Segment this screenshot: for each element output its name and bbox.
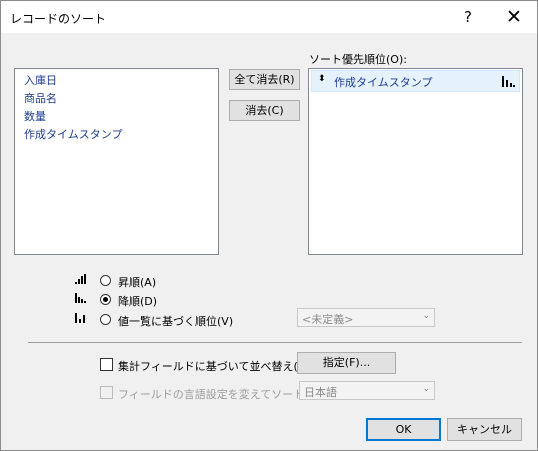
summary-reorder-label[interactable]: 集計フィールドに基づいて並べ替え(Y) — [118, 358, 309, 374]
specify-button[interactable]: 指定(F)... — [297, 352, 396, 374]
title-bar: レコードのソート ? ✕ — [1, 1, 537, 33]
descending-label[interactable]: 降順(D) — [118, 293, 157, 309]
language-sort-checkbox[interactable] — [100, 386, 113, 399]
value-list-combo[interactable]: <未定義> ⌄ — [297, 308, 435, 327]
sort-priority-list[interactable] — [308, 68, 523, 255]
sort-priority-item[interactable]: ⬍ 作成タイムスタンプ — [311, 70, 520, 92]
clear-all-button[interactable]: 全て消去(R) — [229, 69, 300, 90]
radio-selected-dot — [103, 297, 108, 302]
ok-button[interactable]: OK — [366, 418, 441, 441]
language-combo-value: 日本語 — [304, 386, 337, 399]
descending-sort-icon — [75, 293, 86, 303]
ascending-radio[interactable] — [100, 275, 111, 286]
language-sort-label: フィールドの言語設定を変えてソート(L) — [118, 388, 319, 401]
descending-radio[interactable] — [100, 294, 111, 305]
sort-priority-label: ソート優先順位(O): — [309, 53, 407, 66]
close-button[interactable]: ✕ — [491, 1, 537, 33]
summary-reorder-checkbox[interactable] — [100, 358, 113, 371]
sort-records-dialog: レコードのソート ? ✕ 入庫日 商品名 数量 作成タイムスタンプ 全て消去(R… — [0, 0, 538, 451]
clear-button[interactable]: 消去(C) — [229, 100, 300, 121]
field-list-item[interactable]: 作成タイムスタンプ — [24, 126, 122, 142]
custom-order-icon — [75, 313, 85, 323]
value-list-label[interactable]: 値一覧に基づく順位(V) — [118, 313, 233, 329]
help-button[interactable]: ? — [445, 1, 491, 33]
chevron-down-icon: ⌄ — [422, 311, 430, 321]
value-list-combo-value: <未定義> — [302, 313, 354, 326]
dialog-title: レコードのソート — [10, 12, 107, 26]
ascending-sort-icon — [75, 274, 86, 284]
field-list-item[interactable]: 商品名 — [24, 90, 57, 106]
field-list[interactable]: 入庫日 商品名 数量 作成タイムスタンプ — [14, 68, 219, 255]
field-list-item[interactable]: 数量 — [24, 108, 46, 124]
ascending-label[interactable]: 昇順(A) — [118, 274, 156, 290]
descending-sort-icon — [502, 76, 515, 87]
value-list-radio[interactable] — [100, 314, 111, 325]
sort-priority-item-label: 作成タイムスタンプ — [334, 76, 433, 89]
separator — [28, 342, 522, 343]
cancel-button[interactable]: キャンセル — [447, 418, 522, 441]
chevron-down-icon: ⌄ — [422, 384, 430, 394]
language-combo[interactable]: 日本語 ⌄ — [299, 381, 435, 400]
field-list-item[interactable]: 入庫日 — [24, 72, 57, 88]
drag-handle-icon[interactable]: ⬍ — [318, 74, 326, 84]
